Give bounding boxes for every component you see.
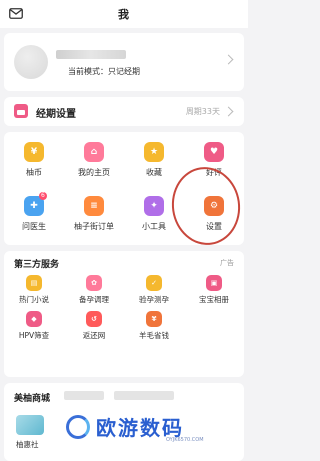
tools-grid: ¥ 柚币 ⌂ 我的主页 ★ 收藏 ♥ 好评 ✚ 6 问医生 ≡ 柚子街订单 ✦ 小工具 ⚙ 设置 — [4, 132, 244, 245]
tools-icon: ✦ — [144, 196, 164, 216]
service-label: 宝宝相册 — [199, 295, 229, 304]
service-item[interactable]: ✓ 验孕测孕 — [124, 271, 184, 307]
saving-icon: ¥ — [146, 311, 162, 327]
tool-item[interactable]: ✦ 小工具 — [124, 190, 184, 244]
third-party-title: 第三方服务 — [14, 260, 60, 270]
service-label: 返还网 — [82, 331, 106, 340]
service-item[interactable]: ↺ 返还网 — [64, 307, 124, 343]
tool-item[interactable]: ✚ 6 问医生 — [4, 190, 64, 244]
tool-label: 柚子街订单 — [74, 222, 114, 231]
watermark-logo-icon — [66, 414, 90, 439]
page-title: 我 — [118, 8, 130, 21]
profile-card[interactable]: 当前模式：只记经期 — [4, 33, 244, 91]
tool-label: 小工具 — [142, 222, 166, 231]
watermark-url: OYJK6570.COM — [166, 437, 204, 443]
tool-label: 问医生 — [22, 222, 46, 231]
tool-item[interactable]: ⚙ 设置 — [184, 190, 244, 244]
service-label: 热门小说 — [19, 295, 49, 304]
tool-label: 柚币 — [26, 168, 42, 177]
service-item[interactable]: ▤ 热门小说 — [4, 271, 64, 307]
return-icon: ↺ — [86, 311, 102, 327]
chevron-right-icon — [223, 54, 234, 65]
heart-icon: ♥ — [204, 142, 224, 162]
mode-text: 当前模式：只记经期 — [68, 67, 140, 76]
tool-item[interactable]: ★ 收藏 — [124, 136, 184, 190]
period-cycle-value: 周期33天 — [185, 107, 220, 116]
top-bar: 我 — [0, 0, 248, 28]
service-label: HPV筛查 — [18, 331, 50, 340]
mall-product-icon[interactable] — [16, 415, 44, 435]
blurred-text — [114, 391, 174, 400]
period-settings-label: 经期设置 — [36, 109, 76, 120]
service-label: 羊毛省钱 — [139, 331, 169, 340]
service-label: 验孕测孕 — [139, 295, 169, 304]
mail-icon[interactable] — [9, 8, 23, 19]
tools-card: ¥ 柚币 ⌂ 我的主页 ★ 收藏 ♥ 好评 ✚ 6 问医生 ≡ 柚子街订单 ✦ 小工具 ⚙ 设置 — [4, 132, 244, 245]
service-item[interactable]: ✿ 备孕调理 — [64, 271, 124, 307]
blurred-text — [64, 391, 104, 400]
tool-label: 设置 — [206, 222, 222, 231]
tool-label: 好评 — [206, 168, 222, 177]
star-icon: ★ — [144, 142, 164, 162]
book-icon: ▤ — [26, 275, 42, 291]
chevron-right-icon — [223, 106, 234, 117]
mall-product-label[interactable]: 柚惠社 — [16, 439, 39, 450]
coin-icon: ¥ — [24, 142, 44, 162]
tool-label: 收藏 — [146, 168, 162, 177]
tool-item[interactable]: ⌂ 我的主页 — [64, 136, 124, 190]
order-icon: ≡ — [84, 196, 104, 216]
tool-item[interactable]: ≡ 柚子街订单 — [64, 190, 124, 244]
third-party-grid: ▤ 热门小说 ✿ 备孕调理 ✓ 验孕测孕 ▣ 宝宝相册 ◆ HPV筛查 ↺ 返还网 ¥ 羊毛省钱 — [4, 271, 244, 379]
tool-item[interactable]: ¥ 柚币 — [4, 136, 64, 190]
avatar[interactable] — [14, 45, 48, 79]
service-item[interactable]: ▣ 宝宝相册 — [184, 271, 244, 307]
ad-badge[interactable]: 广告 — [220, 258, 234, 268]
test-icon: ✓ — [146, 275, 162, 291]
third-party-card: 第三方服务 广告 ▤ 热门小说 ✿ 备孕调理 ✓ 验孕测孕 ▣ 宝宝相册 ◆ HPV筛查 ↺ 返还网 ¥… — [4, 251, 244, 377]
mall-title: 美柚商城 — [14, 394, 51, 404]
album-icon: ▣ — [206, 275, 222, 291]
watermark: 欧游数码 OYJK6570.COM — [66, 412, 204, 443]
period-settings-row[interactable]: 经期设置 周期33天 — [4, 97, 244, 126]
service-item[interactable]: ◆ HPV筛查 — [4, 307, 64, 343]
shield-icon: ◆ — [26, 311, 42, 327]
calendar-icon — [14, 104, 28, 118]
home-icon: ⌂ — [84, 142, 104, 162]
service-label: 备孕调理 — [79, 295, 109, 304]
tool-item[interactable]: ♥ 好评 — [184, 136, 244, 190]
flower-icon: ✿ — [86, 275, 102, 291]
username-blurred — [56, 50, 126, 59]
service-item[interactable]: ¥ 羊毛省钱 — [124, 307, 184, 343]
gear-icon: ⚙ — [204, 196, 224, 216]
notification-badge: 6 — [39, 192, 47, 200]
tool-label: 我的主页 — [78, 168, 110, 177]
